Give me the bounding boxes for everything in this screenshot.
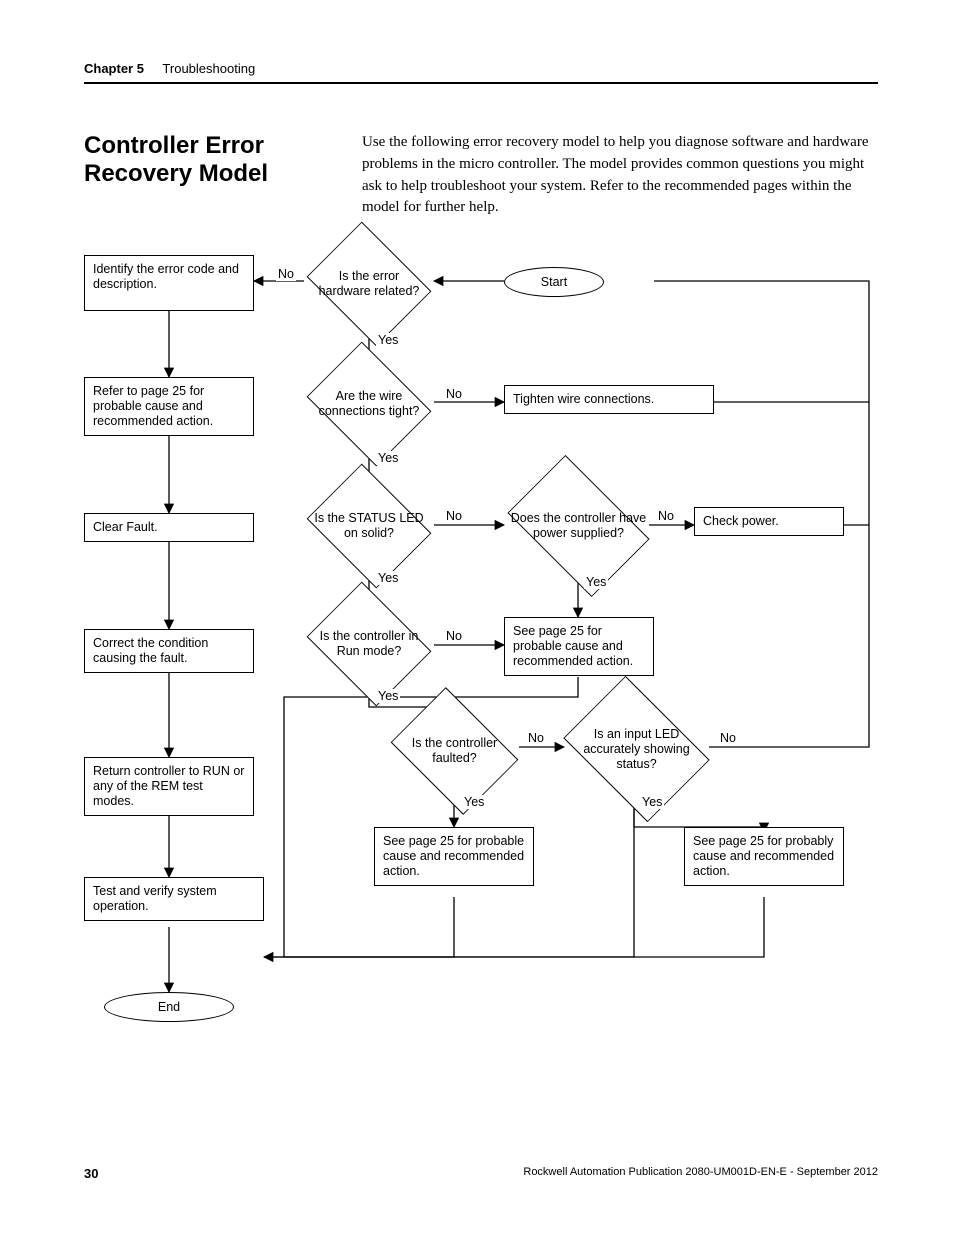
label-no: No [526,731,546,745]
process-see25c: See page 25 for probably cause and recom… [684,827,844,886]
label-no: No [444,387,464,401]
label-yes: Yes [376,689,400,703]
running-header: Chapter 5 Troubleshooting [84,60,878,84]
decision-input-led: Is an input LED accurately showing statu… [564,705,709,793]
label-yes: Yes [376,451,400,465]
label-no: No [718,731,738,745]
decision-faulted: Is the controller faulted? [392,712,517,790]
label-yes: Yes [376,571,400,585]
page-footer: 30 Rockwell Automation Publication 2080-… [84,1166,878,1181]
process-see25b: See page 25 for probable cause and recom… [374,827,534,886]
process-identify: Identify the error code and description. [84,255,254,311]
process-test: Test and verify system operation. [84,877,264,921]
decision-wire-tight: Are the wire connections tight? [309,365,429,443]
decision-error-hw: Is the error hardware related? [309,245,429,323]
decision-status-led: Is the STATUS LED on solid? [309,487,429,565]
decision-power: Does the controller have power supplied? [506,485,651,567]
process-clear: Clear Fault. [84,513,254,542]
section-body: Use the following error recovery model t… [362,132,878,219]
flowchart: Start End Is the error hardware related?… [84,237,884,1037]
label-yes: Yes [584,575,608,589]
section-header: Controller Error Recovery Model Use the … [84,132,878,219]
process-checkpower: Check power. [694,507,844,536]
label-no: No [276,267,296,281]
page-number: 30 [84,1166,98,1181]
label-no: No [444,629,464,643]
chapter-label: Chapter 5 [84,61,144,76]
terminator-end: End [104,992,234,1022]
process-return: Return controller to RUN or any of the R… [84,757,254,816]
label-no: No [656,509,676,523]
process-refer25: Refer to page 25 for probable cause and … [84,377,254,436]
decision-run-mode: Is the controller in Run mode? [309,605,429,683]
process-correct: Correct the condition causing the fault. [84,629,254,673]
label-no: No [444,509,464,523]
label-yes: Yes [640,795,664,809]
publication-line: Rockwell Automation Publication 2080-UM0… [523,1166,878,1181]
label-yes: Yes [462,795,486,809]
terminator-start: Start [504,267,604,297]
process-tighten: Tighten wire connections. [504,385,714,414]
chapter-title: Troubleshooting [162,61,255,76]
section-title: Controller Error Recovery Model [84,132,334,219]
process-see25a: See page 25 for probable cause and recom… [504,617,654,676]
label-yes: Yes [376,333,400,347]
